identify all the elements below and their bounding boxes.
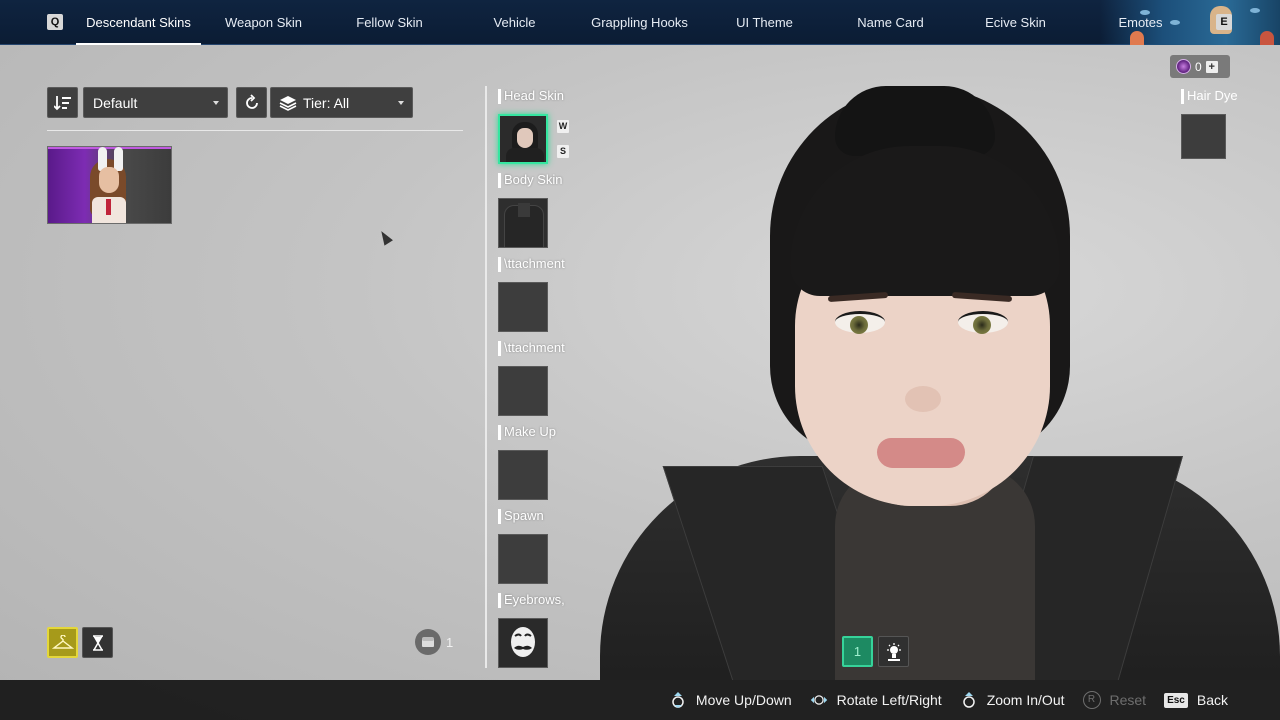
tab-fellow-skin[interactable]: Fellow Skin bbox=[327, 0, 452, 45]
slot-label-make-up: Make Up bbox=[498, 424, 576, 441]
currency-value: 0 bbox=[1195, 59, 1202, 74]
eye-left bbox=[835, 311, 885, 334]
chest-icon bbox=[415, 629, 441, 655]
slot-label-hair-dye: Hair Dye bbox=[1181, 88, 1238, 104]
slot-eyebrows[interactable] bbox=[498, 618, 548, 668]
tab-emotes[interactable]: Emotes bbox=[1078, 0, 1203, 45]
slot-label-head-skin: Head Skin bbox=[498, 88, 576, 105]
tab-vehicle[interactable]: Vehicle bbox=[452, 0, 577, 45]
right-stick-icon bbox=[669, 691, 687, 709]
tab-ui-theme[interactable]: UI Theme bbox=[702, 0, 827, 45]
tab-weapon-skin[interactable]: Weapon Skin bbox=[201, 0, 326, 45]
chevron-down-icon bbox=[398, 101, 404, 105]
chevron-down-icon bbox=[213, 101, 219, 105]
hourglass-button[interactable] bbox=[82, 627, 113, 658]
slot-label-attachment-2: \ttachment bbox=[498, 340, 576, 357]
sort-button[interactable] bbox=[47, 87, 78, 118]
sort-icon bbox=[53, 95, 71, 110]
filter-divider bbox=[47, 130, 463, 131]
pose-1-button[interactable]: 1 bbox=[842, 636, 873, 667]
key-r-icon: R bbox=[1082, 691, 1101, 709]
slot-spawn[interactable] bbox=[498, 534, 548, 584]
top-navigation: Q Descendant Skins Weapon Skin Fellow Sk… bbox=[0, 0, 1280, 45]
tier-dropdown-value: Tier: All bbox=[303, 94, 350, 111]
character-preview[interactable] bbox=[580, 46, 1280, 680]
refresh-icon bbox=[245, 93, 258, 109]
hourglass-icon bbox=[92, 634, 103, 651]
key-esc-icon: Esc bbox=[1164, 692, 1188, 708]
slot-body-skin[interactable] bbox=[498, 198, 548, 248]
slot-label-eyebrows: Eyebrows, bbox=[498, 592, 576, 609]
hint-reset[interactable]: R Reset bbox=[1082, 691, 1146, 709]
slot-head-skin[interactable] bbox=[498, 114, 548, 164]
lighting-button[interactable] bbox=[878, 636, 909, 667]
key-w-hint: W bbox=[557, 120, 569, 133]
sort-dropdown[interactable]: Default bbox=[83, 87, 228, 118]
slot-make-up[interactable] bbox=[498, 450, 548, 500]
eye-right bbox=[958, 311, 1008, 334]
hint-move-up-down[interactable]: Move Up/Down bbox=[669, 691, 792, 709]
slot-attachment-1[interactable] bbox=[498, 282, 548, 332]
tab-descendant-skins[interactable]: Descendant Skins bbox=[76, 0, 201, 45]
layers-icon bbox=[279, 95, 297, 111]
pose-1-label: 1 bbox=[853, 644, 862, 659]
slot-hair-dye[interactable] bbox=[1181, 114, 1226, 159]
tab-grappling-hooks[interactable]: Grappling Hooks bbox=[577, 0, 702, 45]
hint-zoom-in-out[interactable]: Zoom In/Out bbox=[960, 691, 1065, 709]
slot-label-body-skin: Body Skin bbox=[498, 172, 576, 189]
next-tab-key[interactable]: E bbox=[1216, 14, 1232, 30]
lamp-icon bbox=[886, 642, 901, 661]
add-currency-icon[interactable]: + bbox=[1205, 60, 1218, 73]
tab-ecive-skin[interactable]: Ecive Skin bbox=[953, 0, 1078, 45]
chest-count: 1 bbox=[446, 635, 454, 650]
face-mustache-icon bbox=[511, 627, 535, 657]
nose bbox=[905, 386, 941, 412]
hanger-icon bbox=[51, 634, 74, 649]
slot-column-line bbox=[485, 86, 487, 668]
lips bbox=[877, 438, 965, 468]
tab-name-card[interactable]: Name Card bbox=[828, 0, 953, 45]
slot-attachment-2[interactable] bbox=[498, 366, 548, 416]
skin-card[interactable] bbox=[47, 146, 172, 224]
sort-dropdown-value: Default bbox=[93, 94, 138, 111]
currency-coin-icon bbox=[1176, 59, 1191, 74]
slot-label-attachment-1: \ttachment bbox=[498, 256, 576, 273]
prev-tab-key[interactable]: Q bbox=[47, 14, 63, 30]
left-right-stick-icon bbox=[810, 691, 828, 709]
tier-dropdown[interactable]: Tier: All bbox=[270, 87, 413, 118]
control-hints-bar: Move Up/Down Rotate Left/Right Zoom In/O… bbox=[0, 680, 1280, 720]
reset-filter-button[interactable] bbox=[236, 87, 267, 118]
currency-display[interactable]: 0 + bbox=[1170, 55, 1230, 78]
key-s-hint: S bbox=[557, 145, 569, 158]
stick-press-icon bbox=[960, 691, 978, 709]
hint-rotate-left-right[interactable]: Rotate Left/Right bbox=[810, 691, 942, 709]
wardrobe-button[interactable] bbox=[47, 627, 78, 658]
slot-label-spawn: Spawn bbox=[498, 508, 576, 525]
hint-back[interactable]: Esc Back bbox=[1164, 692, 1228, 708]
